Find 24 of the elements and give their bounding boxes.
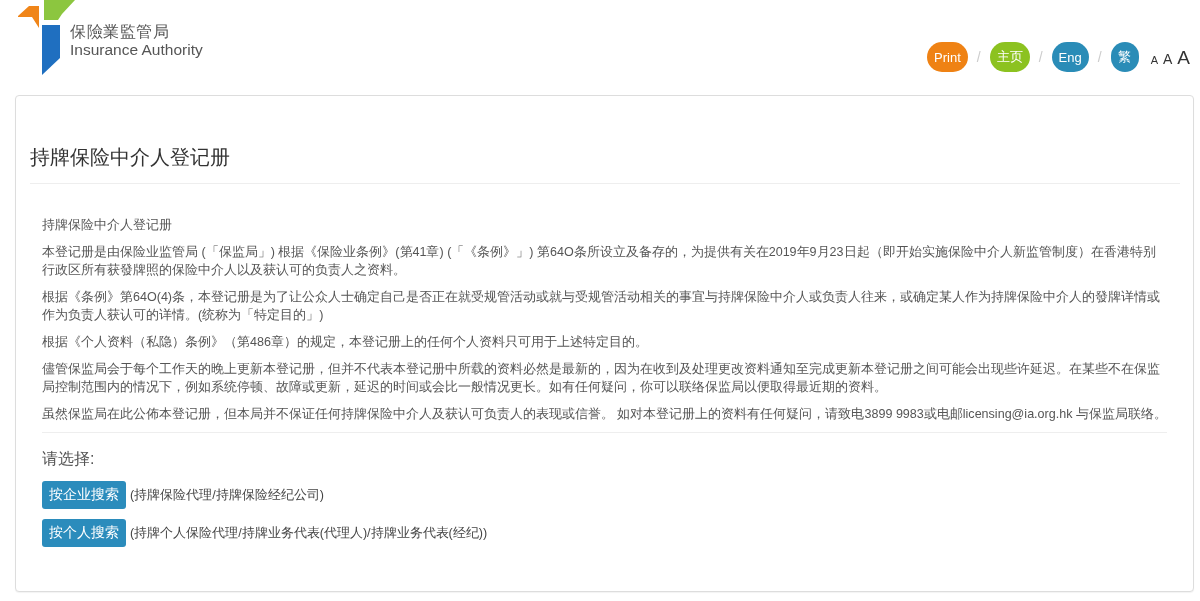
search-button[interactable]: 按企业搜索 [42,481,126,509]
logo-chinese-text: 保險業監管局 [70,22,170,41]
notice-paragraph: 持牌保险中介人登记册 [42,217,173,234]
notice-paragraph: 根据《条例》第64O(4)条，本登记册是为了让公众人士确定自己是否正在就受规管活动或就与受规管活动相关的事宜与持牌保险中介人或负责人往来，或确定某人作为持牌保险中介人的發牌详情或作为负责人获认可的详情。(统称为「特定目的」) [42,289,1162,324]
notice-paragraph: 儘管保监局会于每个工作天的晚上更新本登记册，但并不代表本登记册中所载的资料必然是最新的，因为在收到及处理更改资料通知至完成更新本登记册之间可能会出现些许延迟。在某些不在保监局控制范围内的情况下，例如系统停顿、故障或更新，延迟的时间或会比一般情况更长。如有任何疑问，你可以联络保监局以便取得最近期的资料。 [42,361,1161,396]
search-button[interactable]: 按个人搜索 [42,519,126,547]
notice-paragraph: 根据《个人资料（私隐）条例》（第486章）的规定，本登记册上的任何个人资料只可用于上述特定目的。 [42,334,649,351]
header-link-button[interactable]: 主页 [989,42,1030,72]
logo-english-text: Insurance Authority [70,41,203,59]
font-size-link[interactable]: A [1150,54,1158,66]
page-title: 持牌保险中介人登记册 [30,143,1180,184]
header-link-button[interactable]: Print [927,42,968,72]
slash-separator: / [976,49,981,65]
notice-paragraph: 本登记册是由保险业监管局 (「保监局」) 根据《保险业条例》(第41章) (「《条例》」) 第64O条所设立及备存的，为提供有关在2019年9月23日起（即开始实施保险中介人新监管制度）在香港特别行政区所有获發牌照的保险中介人以及获认可的负责人之资料。 [42,244,1157,279]
slash-separator: / [1038,49,1043,65]
choose-prompt-text: 请选择: [42,449,96,469]
search-description-text: (持牌个人保险代理/持牌业务代表(代理人)/持牌业务代表(经纪)) [130,524,488,542]
header-link-button[interactable]: Eng [1051,42,1089,72]
font-size-link[interactable]: A [1177,47,1190,67]
search-description-text: (持牌保险代理/持牌保险经纪公司) [130,486,324,504]
font-size-link[interactable]: A [1162,51,1173,66]
notice-paragraph: 虽然保监局在此公佈本登记册，但本局并不保证任何持牌保险中介人及获认可负责人的表现或信誉。 如对本登记册上的资料有任何疑问，请致电3899 9983或电邮licensing@ia.org.hk 与保监局联络。 [42,406,1167,423]
header-link-button[interactable]: 繁 [1110,42,1139,72]
slash-separator: / [1097,49,1102,65]
